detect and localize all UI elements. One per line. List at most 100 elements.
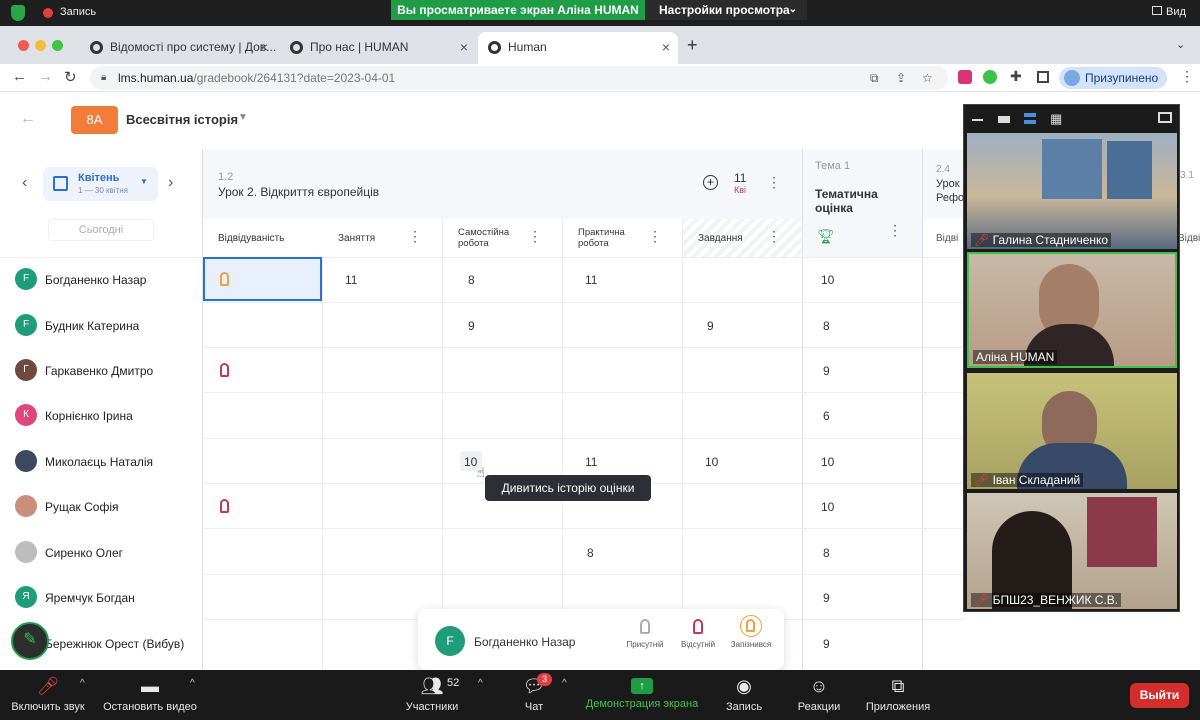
avatar: F	[435, 626, 465, 656]
chevron-up-icon[interactable]: ^	[190, 678, 195, 689]
chevron-up-icon[interactable]: ^	[478, 678, 483, 689]
thematic-grade[interactable]: 10	[821, 500, 834, 514]
share-screen-button[interactable]: ↑ Демонстрация экрана	[582, 670, 702, 720]
kebab-menu-icon[interactable]: ⋮	[528, 228, 542, 245]
exit-panel-icon[interactable]	[1158, 112, 1172, 123]
extension-icon[interactable]	[983, 70, 997, 84]
bookmark-star-icon[interactable]: ☆	[922, 66, 933, 90]
small-view-icon[interactable]	[998, 116, 1010, 123]
unmute-button[interactable]: 🎤︎ Включить звук	[4, 670, 92, 720]
forward-arrow-icon[interactable]: →	[38, 68, 53, 85]
subject-title[interactable]: Всесвітня історія	[126, 112, 238, 127]
profile-button[interactable]: Призупинено	[1059, 67, 1167, 89]
thematic-grade[interactable]: 10	[821, 273, 834, 287]
video-tile[interactable]: 🎤︎ БПШ23_ВЕНЖИК С.В.	[967, 493, 1177, 609]
thematic-grade[interactable]: 9	[823, 637, 830, 651]
reactions-button[interactable]: ☺ Реакции	[792, 670, 846, 720]
present-button[interactable]: Присутній	[618, 615, 672, 663]
panel-toolbar: ▦	[964, 105, 1179, 131]
add-circle-icon[interactable]: +	[703, 175, 718, 190]
chevron-up-icon[interactable]: ^	[80, 678, 85, 689]
tab-search-chevron-icon[interactable]: ⌄	[1176, 38, 1185, 51]
student-name[interactable]: Сиренко Олег	[45, 546, 123, 560]
video-tile[interactable]: 🎤︎ Галина Стадниченко	[967, 133, 1177, 249]
back-arrow-icon[interactable]: ←	[12, 68, 27, 85]
stop-video-button[interactable]: ▬ Остановить видео	[100, 670, 200, 720]
video-tile[interactable]: 🎤︎ Іван Складаний	[967, 373, 1177, 489]
kebab-menu-icon[interactable]: ⋮	[888, 222, 902, 239]
gallery-view-icon[interactable]: ▦	[1050, 111, 1062, 127]
extension-icon[interactable]	[958, 70, 972, 84]
grade-cell[interactable]: 8	[587, 546, 594, 560]
puzzle-icon[interactable]: ✚	[1010, 68, 1022, 85]
close-icon[interactable]: ×	[662, 32, 670, 62]
absent-person-icon[interactable]	[220, 363, 229, 377]
view-options-button[interactable]: Настройки просмотра ⌄	[645, 0, 807, 20]
view-button[interactable]: Вид	[1152, 6, 1186, 18]
window-max-dot[interactable]	[52, 40, 63, 51]
grade-cell[interactable]: 11	[345, 273, 357, 287]
thematic-grade[interactable]: 9	[823, 364, 830, 378]
close-icon[interactable]: ×	[260, 32, 268, 62]
install-icon[interactable]: ⧉	[870, 66, 879, 90]
grade-cell[interactable]: 9	[707, 319, 714, 333]
kebab-menu-icon[interactable]: ⋮	[767, 228, 781, 245]
late-person-icon[interactable]	[220, 272, 229, 286]
apps-button[interactable]: ⧉ Приложения	[862, 670, 934, 720]
today-button[interactable]: Сьогодні	[48, 219, 154, 241]
student-name[interactable]: Яремчук Богдан	[45, 591, 135, 605]
annotate-pencil-button[interactable]: ✎	[11, 622, 49, 660]
url-field[interactable]: 🔒︎ lms.human.ua/gradebook/264131?date=20…	[90, 66, 948, 90]
grade-cell[interactable]: 11	[585, 455, 597, 469]
sidepanel-icon[interactable]	[1037, 71, 1049, 83]
speaker-view-icon[interactable]	[1024, 113, 1036, 124]
student-name[interactable]: Будник Катерина	[45, 319, 139, 333]
video-tile-active[interactable]: Аліна HUMAN	[967, 252, 1177, 368]
window-min-dot[interactable]	[35, 40, 46, 51]
thematic-grade[interactable]: 8	[823, 546, 830, 560]
thematic-grade[interactable]: 6	[823, 409, 830, 423]
next-month-icon[interactable]: ›	[168, 174, 173, 192]
grade-cell[interactable]: 11	[585, 273, 597, 287]
close-icon[interactable]: ×	[460, 32, 468, 62]
new-tab-icon[interactable]: +	[687, 35, 698, 56]
share-icon[interactable]: ⇪	[896, 66, 906, 90]
reload-icon[interactable]: ↻	[64, 68, 77, 86]
kebab-menu-icon[interactable]: ⋮	[648, 228, 662, 245]
thematic-grade[interactable]: 9	[823, 591, 830, 605]
kebab-menu-icon[interactable]: ⋮	[1180, 68, 1194, 85]
student-name[interactable]: Бережнюк Орест (Вибув)	[45, 637, 184, 651]
student-name[interactable]: Корнієнко Ірина	[45, 409, 133, 423]
chevron-down-icon[interactable]: ▼	[238, 112, 248, 123]
browser-tab-active[interactable]: Human ×	[478, 32, 678, 64]
lesson-title[interactable]: Урок 2. Відкриття європейців	[218, 185, 379, 199]
share-screen-label: Демонстрация экрана	[585, 698, 699, 710]
student-name[interactable]: Рущак Софія	[45, 500, 119, 514]
student-name[interactable]: Гаркавенко Дмитро	[45, 364, 153, 378]
window-close-dot[interactable]	[18, 40, 29, 51]
thematic-grade[interactable]: 10	[821, 455, 834, 469]
browser-tab[interactable]: Про нас | HUMAN ×	[280, 32, 476, 64]
browser-tab[interactable]: Відомості про систему | Дов... ×	[80, 32, 276, 64]
month-picker[interactable]: Квітень 1 — 30 квітня ▼	[43, 167, 158, 201]
minimize-icon[interactable]	[972, 119, 983, 121]
prev-month-icon[interactable]: ‹	[22, 174, 27, 192]
grade-cell[interactable]: 9	[468, 319, 475, 333]
absent-person-icon[interactable]	[220, 499, 229, 513]
chevron-up-icon[interactable]: ^	[562, 678, 567, 689]
record-button[interactable]: ◉ Запись	[718, 670, 770, 720]
late-button[interactable]: Запізнився	[723, 613, 779, 663]
trophy-icon: 🏆︎	[817, 228, 835, 244]
month-range: 1 — 30 квітня	[78, 186, 128, 195]
kebab-menu-icon[interactable]: ⋮	[408, 228, 422, 245]
grade-cell[interactable]: 10	[464, 455, 477, 469]
student-name[interactable]: Богданенко Назар	[45, 273, 146, 287]
student-name[interactable]: Миколаєць Наталія	[45, 455, 153, 469]
absent-button[interactable]: Відсутній	[671, 615, 725, 663]
thematic-grade[interactable]: 8	[823, 319, 830, 333]
back-arrow-icon[interactable]: ←	[20, 110, 36, 128]
leave-button[interactable]: Выйти	[1130, 683, 1189, 708]
grade-cell[interactable]: 8	[468, 273, 475, 287]
kebab-menu-icon[interactable]: ⋮	[767, 174, 781, 191]
grade-cell[interactable]: 10	[705, 455, 718, 469]
